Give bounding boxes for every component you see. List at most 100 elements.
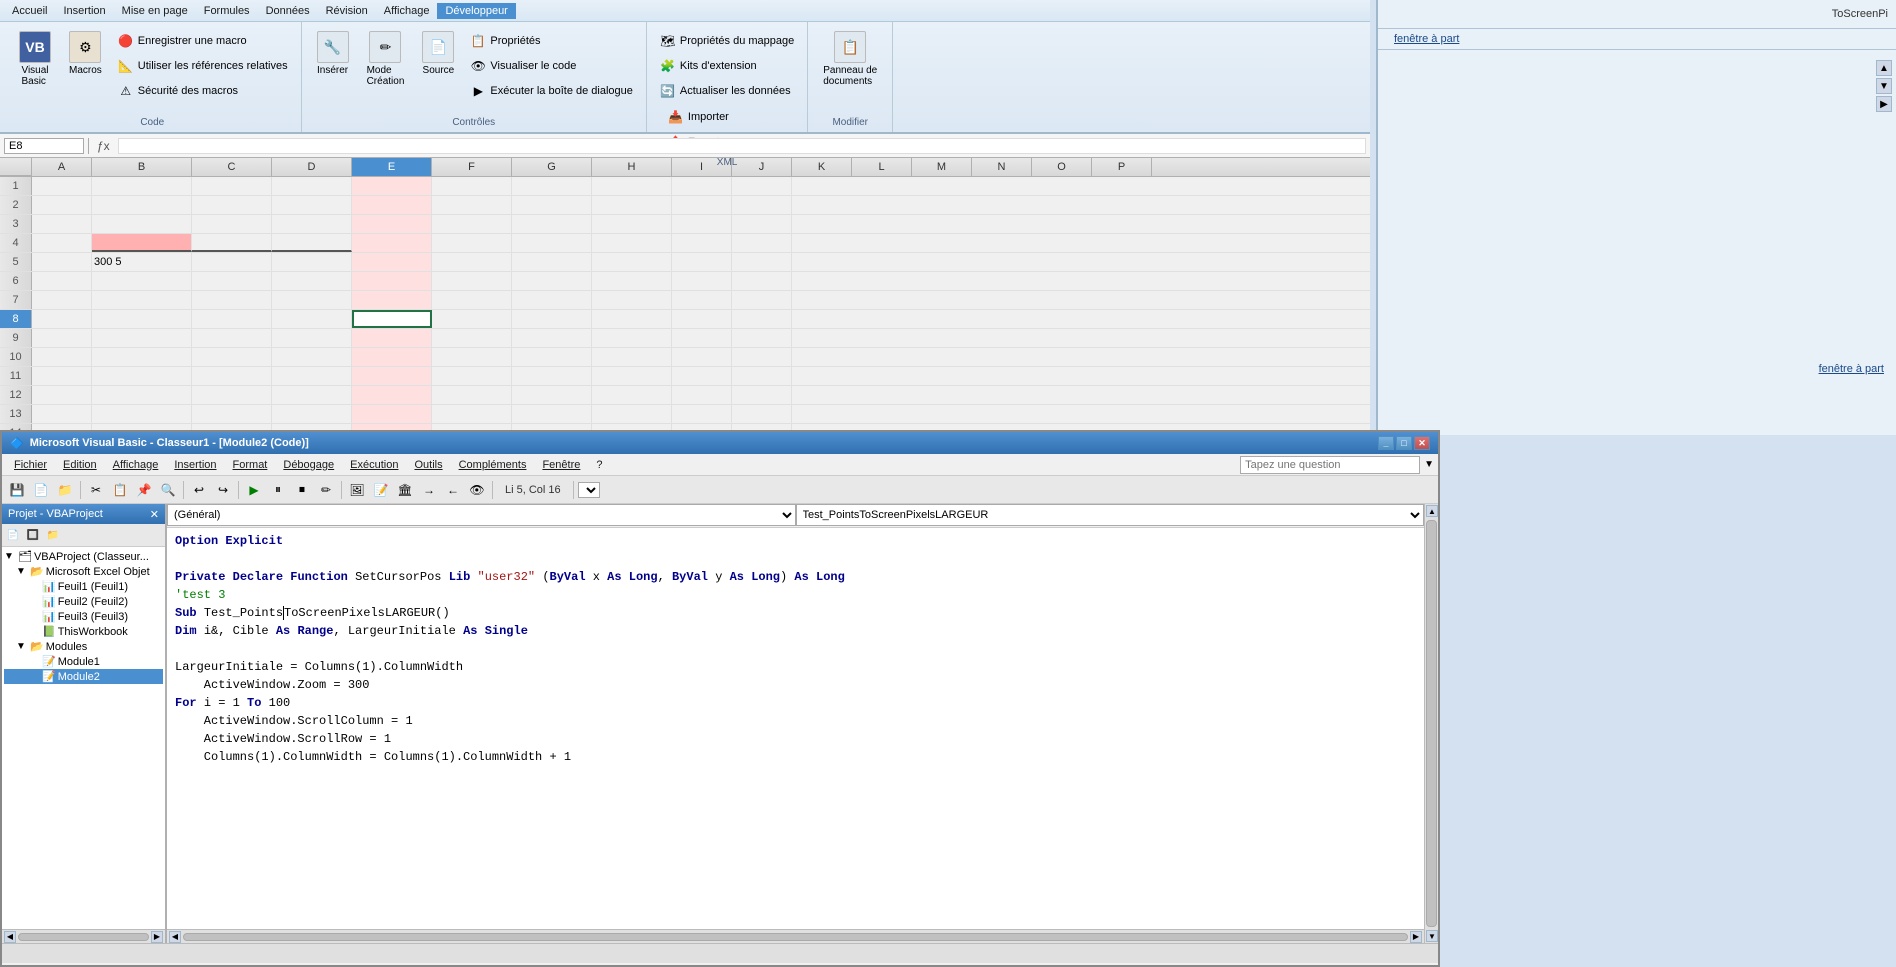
project-close-btn[interactable]: ✕ bbox=[150, 508, 159, 521]
vba-menu-format[interactable]: Format bbox=[225, 457, 276, 473]
cell-i7[interactable] bbox=[672, 291, 732, 309]
cell-g11[interactable] bbox=[512, 367, 592, 385]
cell-i4[interactable] bbox=[672, 234, 732, 252]
cell-e7[interactable] bbox=[352, 291, 432, 309]
cell-g4[interactable] bbox=[512, 234, 592, 252]
vba-close-btn[interactable]: ✕ bbox=[1414, 436, 1430, 450]
cell-c2[interactable] bbox=[192, 196, 272, 214]
expand-excel-objet[interactable]: ▼ bbox=[16, 566, 28, 577]
cell-j1[interactable] bbox=[732, 177, 792, 195]
cell-f12[interactable] bbox=[432, 386, 512, 404]
toolbar-reset-btn[interactable]: ⏹ bbox=[291, 479, 313, 501]
cell-b2[interactable] bbox=[92, 196, 192, 214]
cell-reference-box[interactable] bbox=[4, 138, 84, 154]
toolbar-paste-btn[interactable]: 📌 bbox=[133, 479, 155, 501]
btn-visualiser-code[interactable]: 👁 Visualiser le code bbox=[465, 55, 638, 77]
cell-f1[interactable] bbox=[432, 177, 512, 195]
toolbar-design-btn[interactable]: ✏ bbox=[315, 479, 337, 501]
cell-c6[interactable] bbox=[192, 272, 272, 290]
cell-j3[interactable] bbox=[732, 215, 792, 233]
cell-i13[interactable] bbox=[672, 405, 732, 423]
toolbar-cut-btn[interactable]: ✂ bbox=[85, 479, 107, 501]
vba-menu-help[interactable]: ? bbox=[588, 457, 610, 473]
cell-g8[interactable] bbox=[512, 310, 592, 328]
vba-menu-debogage[interactable]: Débogage bbox=[275, 457, 342, 473]
cell-b11[interactable] bbox=[92, 367, 192, 385]
toolbar-new-btn[interactable]: 📄 bbox=[30, 479, 52, 501]
vba-menu-fichier[interactable]: Fichier bbox=[6, 457, 55, 473]
cell-f6[interactable] bbox=[432, 272, 512, 290]
cell-j9[interactable] bbox=[732, 329, 792, 347]
cell-f4[interactable] bbox=[432, 234, 512, 252]
vba-minimize-btn[interactable]: _ bbox=[1378, 436, 1394, 450]
cell-b1[interactable] bbox=[92, 177, 192, 195]
cell-i1[interactable] bbox=[672, 177, 732, 195]
cell-b12[interactable] bbox=[92, 386, 192, 404]
cell-g12[interactable] bbox=[512, 386, 592, 404]
cell-b7[interactable] bbox=[92, 291, 192, 309]
code-scroll-down[interactable]: ▼ bbox=[1426, 930, 1438, 942]
menu-insertion[interactable]: Insertion bbox=[55, 3, 113, 19]
toolbar-userform-btn[interactable]: 🖼 bbox=[346, 479, 368, 501]
cell-e2[interactable] bbox=[352, 196, 432, 214]
cell-g7[interactable] bbox=[512, 291, 592, 309]
cell-c11[interactable] bbox=[192, 367, 272, 385]
tree-item-feuil1[interactable]: 📊 Feuil1 (Feuil1) bbox=[4, 579, 163, 594]
toolbar-run-btn[interactable]: ▶ bbox=[243, 479, 265, 501]
cell-h8[interactable] bbox=[592, 310, 672, 328]
btn-importer[interactable]: 📥 Importer bbox=[663, 106, 735, 128]
btn-executer-boite[interactable]: ▶ Exécuter la boîte de dialogue bbox=[465, 80, 638, 102]
cell-a9[interactable] bbox=[32, 329, 92, 347]
cell-j5[interactable] bbox=[732, 253, 792, 271]
toolbar-undo-btn[interactable]: ↩ bbox=[188, 479, 210, 501]
cell-g10[interactable] bbox=[512, 348, 592, 366]
toolbar-watch-btn[interactable]: 👁 bbox=[466, 479, 488, 501]
cell-j12[interactable] bbox=[732, 386, 792, 404]
cell-a11[interactable] bbox=[32, 367, 92, 385]
cell-j2[interactable] bbox=[732, 196, 792, 214]
question-input[interactable] bbox=[1240, 456, 1420, 474]
cell-a3[interactable] bbox=[32, 215, 92, 233]
vba-menu-execution[interactable]: Exécution bbox=[342, 457, 406, 473]
cell-d5[interactable] bbox=[272, 253, 352, 271]
cell-f13[interactable] bbox=[432, 405, 512, 423]
cell-f7[interactable] bbox=[432, 291, 512, 309]
vba-menu-affichage[interactable]: Affichage bbox=[105, 457, 167, 473]
question-dropdown-icon[interactable]: ▼ bbox=[1424, 459, 1434, 470]
cell-g5[interactable] bbox=[512, 253, 592, 271]
cell-h3[interactable] bbox=[592, 215, 672, 233]
cell-d4[interactable] bbox=[272, 234, 352, 252]
project-scroll-track[interactable] bbox=[18, 933, 149, 941]
scroll-down-icon[interactable]: ▼ bbox=[1876, 78, 1892, 94]
cell-h10[interactable] bbox=[592, 348, 672, 366]
code-scroll-up[interactable]: ▲ bbox=[1426, 505, 1438, 517]
tree-item-feuil2[interactable]: 📊 Feuil2 (Feuil2) bbox=[4, 594, 163, 609]
procedure-dropdown[interactable]: Test_PointsToScreenPixelsLARGEUR bbox=[796, 504, 1425, 526]
toolbar-class-btn[interactable]: 🏛 bbox=[394, 479, 416, 501]
ribbon-btn-macros[interactable]: ⚙ Macros bbox=[62, 26, 109, 81]
btn-proprietes[interactable]: 📋 Propriétés bbox=[465, 30, 638, 52]
cell-c5[interactable] bbox=[192, 253, 272, 271]
vba-menu-fenetre[interactable]: Fenêtre bbox=[534, 457, 588, 473]
menu-mise-en-page[interactable]: Mise en page bbox=[114, 3, 196, 19]
cell-d7[interactable] bbox=[272, 291, 352, 309]
cell-f3[interactable] bbox=[432, 215, 512, 233]
project-view-code-btn[interactable]: 📄 bbox=[4, 526, 22, 544]
cell-c13[interactable] bbox=[192, 405, 272, 423]
cell-e4[interactable] bbox=[352, 234, 432, 252]
vba-menu-outils[interactable]: Outils bbox=[406, 457, 450, 473]
function-wizard-icon[interactable]: ƒx bbox=[93, 139, 114, 153]
cell-a1[interactable] bbox=[32, 177, 92, 195]
cell-b10[interactable] bbox=[92, 348, 192, 366]
cell-i11[interactable] bbox=[672, 367, 732, 385]
tree-item-thisworkbook[interactable]: 📗 ThisWorkbook bbox=[4, 624, 163, 639]
cell-h2[interactable] bbox=[592, 196, 672, 214]
ribbon-btn-mode-creation[interactable]: ✏ ModeCréation bbox=[360, 26, 412, 92]
cell-b9[interactable] bbox=[92, 329, 192, 347]
project-toggle-folders-btn[interactable]: 📁 bbox=[44, 526, 62, 544]
cell-a5[interactable] bbox=[32, 253, 92, 271]
cell-i12[interactable] bbox=[672, 386, 732, 404]
cell-j13[interactable] bbox=[732, 405, 792, 423]
toolbar-module-btn[interactable]: 📝 bbox=[370, 479, 392, 501]
btn-proprietes-mappage[interactable]: 🗺 Propriétés du mappage bbox=[655, 30, 799, 52]
